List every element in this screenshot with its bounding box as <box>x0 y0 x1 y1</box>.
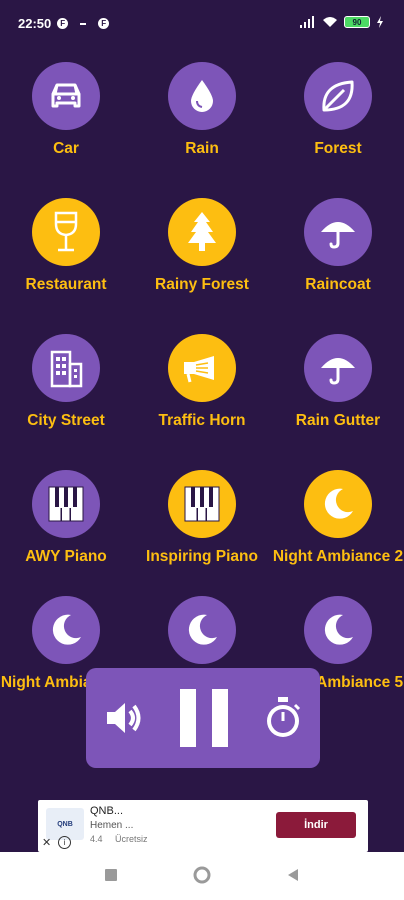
sound-button[interactable] <box>304 470 372 538</box>
sound-tile[interactable]: Inspiring Piano <box>134 470 270 567</box>
sound-button[interactable] <box>168 198 236 266</box>
moon-icon <box>183 611 221 649</box>
piano-icon <box>46 484 86 524</box>
moon-icon <box>319 611 357 649</box>
sound-button[interactable] <box>304 596 372 664</box>
leaf-icon <box>318 76 358 116</box>
ad-rating: 4.4 <box>90 834 103 844</box>
sound-label: Car <box>53 140 79 157</box>
sound-tile[interactable]: Rain <box>134 62 270 159</box>
sound-label: Night Ambiance 2 <box>272 548 404 565</box>
status-time: 22:50 <box>18 16 52 31</box>
ad-price: Ücretsiz <box>115 834 148 844</box>
status-right: 90 <box>300 16 384 28</box>
wifi-icon <box>323 17 337 27</box>
nav-recents-button[interactable] <box>104 868 118 882</box>
timer-button[interactable] <box>263 696 303 740</box>
ad-title: QNB... <box>90 805 124 817</box>
piano-icon <box>182 484 222 524</box>
sound-tile[interactable]: Night Ambiance 2 <box>270 470 404 567</box>
sound-tile[interactable]: Restaurant <box>0 198 134 295</box>
wine-glass-icon <box>49 210 83 254</box>
sound-button[interactable] <box>304 198 372 266</box>
speaker-icon <box>106 703 141 733</box>
sound-tile[interactable]: AWY Piano <box>0 470 134 567</box>
sound-button[interactable] <box>168 470 236 538</box>
sound-button[interactable] <box>32 470 100 538</box>
sound-label: Traffic Horn <box>158 412 246 429</box>
ad-install-button[interactable]: İndir <box>276 812 356 838</box>
sound-button[interactable] <box>168 596 236 664</box>
car-icon <box>46 76 86 116</box>
sound-button[interactable] <box>304 334 372 402</box>
notification-dash-icon <box>80 22 87 25</box>
sound-button[interactable] <box>304 62 372 130</box>
moon-icon <box>47 611 85 649</box>
sound-tile[interactable]: City Street <box>0 334 134 431</box>
sound-label: Rain <box>185 140 219 157</box>
sound-button[interactable] <box>32 596 100 664</box>
sound-button[interactable] <box>32 198 100 266</box>
sound-tile[interactable]: Rainy Forest <box>134 198 270 295</box>
ad-info-icon[interactable]: i <box>58 836 71 849</box>
stopwatch-icon <box>267 697 301 737</box>
sound-label: Rainy Forest <box>155 276 249 293</box>
sound-button[interactable] <box>32 62 100 130</box>
umbrella-icon <box>318 348 358 388</box>
building-icon <box>47 348 85 388</box>
nav-home-button[interactable] <box>193 866 211 884</box>
sound-tile[interactable]: Raincoat <box>270 198 404 295</box>
player-controls <box>86 668 320 768</box>
sound-label: Restaurant <box>25 276 107 293</box>
notification-icon-2: F <box>98 18 110 29</box>
sound-button[interactable] <box>168 334 236 402</box>
sound-label: City Street <box>27 412 105 429</box>
status-bar: 22:50 F F 90 <box>0 0 404 50</box>
ad-subtitle: Hemen ... <box>90 820 134 831</box>
navigation-bar <box>0 852 404 900</box>
volume-button[interactable] <box>103 697 145 739</box>
sound-label: Forest <box>314 140 362 157</box>
nav-back-button[interactable] <box>286 868 300 882</box>
notification-icon: F <box>57 18 69 29</box>
umbrella-icon <box>318 212 358 252</box>
moon-icon <box>319 485 357 523</box>
battery-icon: 90 <box>344 16 370 28</box>
pause-icon <box>179 689 228 747</box>
pause-button[interactable] <box>178 687 230 749</box>
sound-tile[interactable]: Forest <box>270 62 404 159</box>
sound-label: Inspiring Piano <box>146 548 258 565</box>
sound-button[interactable] <box>32 334 100 402</box>
sound-label: AWY Piano <box>25 548 107 565</box>
sound-button[interactable] <box>168 62 236 130</box>
status-left: 22:50 F F <box>18 16 110 31</box>
app-screen: 22:50 F F 90 Car Rain Forest Restaurant Rain… <box>0 0 404 852</box>
drop-icon <box>185 77 219 115</box>
pine-tree-icon <box>185 210 219 254</box>
sound-label: Raincoat <box>305 276 371 293</box>
signal-icon <box>300 16 314 28</box>
charging-icon <box>377 16 383 28</box>
sound-tile[interactable]: Traffic Horn <box>134 334 270 431</box>
ad-close-icon[interactable]: ✕ <box>42 836 51 849</box>
sound-tile[interactable]: Car <box>0 62 134 159</box>
sound-tile[interactable]: Rain Gutter <box>270 334 404 431</box>
circle-icon <box>193 866 211 884</box>
back-triangle-icon <box>288 869 298 881</box>
ad-meta: 4.4 Ücretsiz <box>90 834 148 844</box>
horn-icon <box>180 352 224 384</box>
square-icon <box>105 869 117 881</box>
sound-label: Rain Gutter <box>295 412 381 429</box>
ad-banner[interactable]: QNB QNB... Hemen ... 4.4 Ücretsiz İndir … <box>38 800 368 852</box>
